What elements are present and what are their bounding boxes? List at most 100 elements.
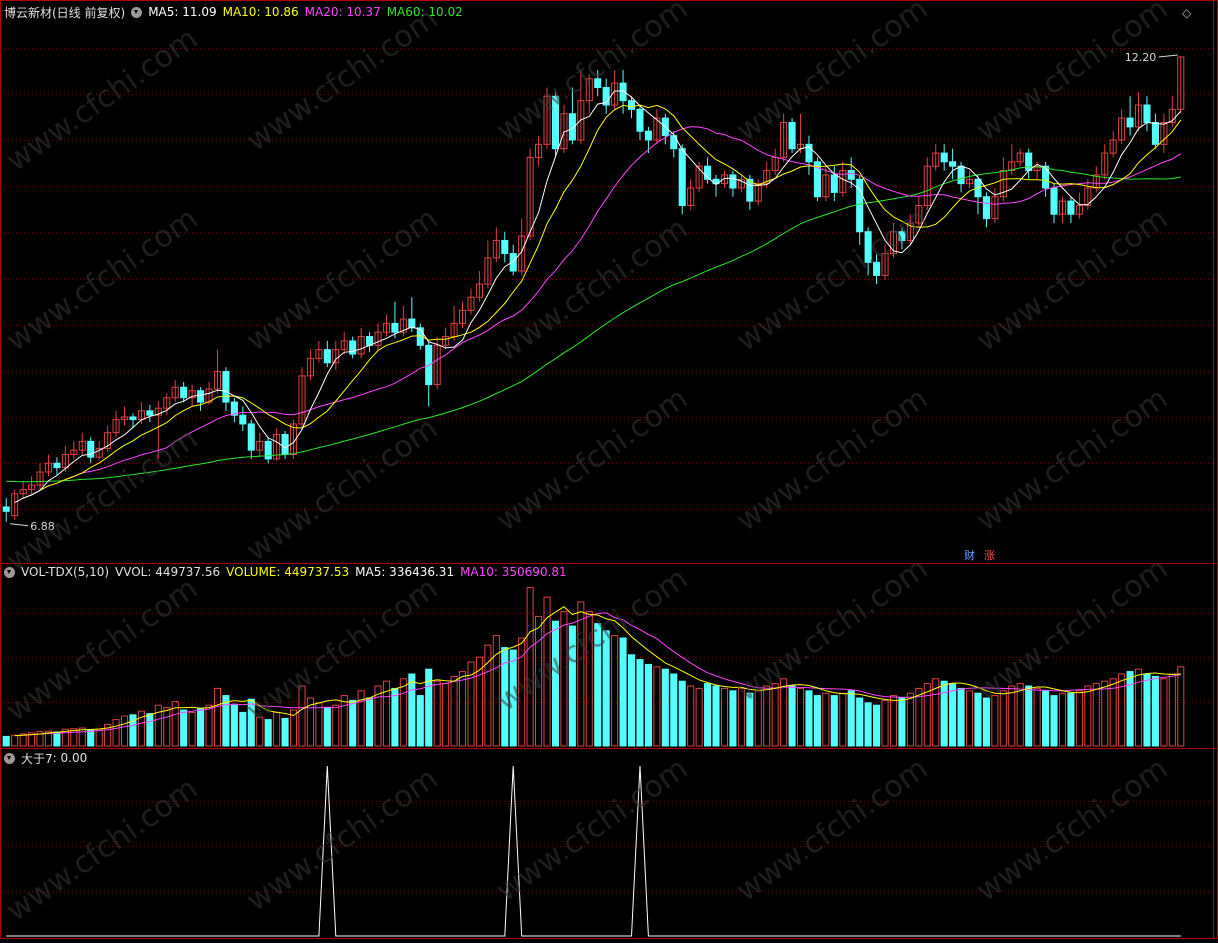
volume-bar-up [78, 727, 86, 747]
ma5-label: MA5: 11.09 [148, 5, 217, 19]
candle-down [1042, 165, 1050, 189]
candle-down [1025, 152, 1033, 172]
volume-bar-up [906, 692, 914, 747]
candle-down [197, 390, 205, 403]
volume-bar-down [729, 690, 737, 747]
volume-bar-down [712, 685, 720, 747]
volume-bar-down [644, 663, 652, 747]
volume-bar-up [1101, 680, 1109, 747]
volume-bar-up [796, 687, 805, 747]
volume-bar-up [205, 704, 213, 747]
high-price-label: 12.20 [1125, 51, 1157, 64]
volume-bar-up [458, 671, 467, 747]
volume-bar-down [670, 673, 678, 747]
expand-diamond-icon[interactable]: ◇ [1182, 6, 1191, 20]
candle-down [1067, 200, 1075, 215]
indicator-menu-icon[interactable] [4, 752, 15, 764]
volume-bar-up [120, 715, 129, 747]
candle-down [856, 178, 864, 233]
volume-bar-down [873, 704, 881, 747]
stock-chart-stage: 12.20 6.88 www.cfchi.com www.cfchi.com www.… [0, 0, 1218, 939]
volume-bar-down [323, 707, 331, 747]
volume-bar-down [940, 680, 948, 747]
volume-bar-up [1033, 687, 1041, 747]
volume-bar-down [856, 697, 864, 747]
limit-up-badge[interactable]: 涨 [982, 549, 997, 563]
volume-bar-up [213, 687, 222, 747]
volume-bar-down [949, 683, 957, 747]
vol-ma10-label: MA10: 350690.81 [460, 565, 567, 579]
volume-bar-down [847, 690, 855, 747]
ma10-label: MA10: 10.86 [222, 5, 299, 19]
indicator-header: 大于7 : 0.00 [4, 750, 87, 766]
finance-badge[interactable]: 财 [962, 549, 977, 563]
volume-bar-down [661, 668, 669, 747]
volume-bar-down [391, 687, 399, 747]
vvol-label: VVOL: 449737.56 [115, 565, 221, 579]
candle-down [678, 148, 686, 206]
volume-bar-down [180, 709, 188, 747]
volume-bar-down [864, 702, 872, 747]
settings-dropdown-icon[interactable] [131, 6, 143, 18]
volume-bar-down [957, 687, 965, 747]
volume-bar-up [965, 690, 974, 747]
volume-bar-down [239, 711, 247, 747]
volume-menu-icon[interactable] [4, 566, 15, 578]
volume-bar-up [315, 702, 323, 747]
volume-bar-up [1177, 666, 1185, 747]
ma20-label: MA20: 10.37 [304, 5, 381, 19]
volume-bar-down [230, 704, 238, 747]
candle-down [788, 121, 796, 150]
volume-bar-up [653, 666, 661, 747]
volume-bar-up [1075, 690, 1083, 747]
candle-down [636, 108, 644, 132]
volume-bar-up [839, 692, 847, 747]
volume-bar-down [898, 697, 906, 747]
candle-down [146, 410, 154, 416]
candle-down [830, 174, 838, 193]
candle-down [957, 165, 965, 185]
candle-down [982, 196, 990, 220]
volume-bar-up [780, 678, 788, 747]
high-pointer [1158, 54, 1178, 58]
candle-down [619, 82, 627, 102]
volume-bar-up [433, 680, 441, 747]
candle-down [1126, 117, 1134, 128]
volume-label: VOLUME: 449737.53 [226, 565, 350, 579]
candle-down [129, 416, 137, 421]
volume-bar-down [1143, 673, 1151, 747]
volume-bar-down [146, 713, 154, 747]
volume-bar-up [1008, 685, 1016, 747]
candle-down [391, 322, 399, 333]
volume-header: VOL-TDX(5,10) VVOL: 449737.56 VOLUME: 44… [4, 564, 567, 580]
volume-bar-down [636, 659, 644, 747]
candle-down [222, 371, 230, 403]
volume-bar-up [611, 635, 619, 747]
volume-bar-down [627, 654, 636, 747]
volume-bar-up [332, 704, 340, 747]
candle-down [180, 386, 188, 399]
volume-bar-down [805, 690, 813, 747]
volume-bar-up [1092, 683, 1100, 747]
volume-bar-down [1151, 675, 1159, 747]
volume-bar-down [1025, 685, 1033, 747]
low-pointer [10, 523, 29, 527]
volume-bar-up [1118, 673, 1126, 747]
volume-bar-down [974, 692, 982, 747]
indicator-name[interactable]: 大于7 [21, 750, 53, 767]
price-header: 博云新材(日线 前复权) MA5: 11.09 MA10: 10.86 MA20… [4, 4, 463, 20]
candle-down [644, 130, 652, 141]
volume-bar-up [695, 687, 703, 747]
volume-bar-down [1067, 692, 1075, 747]
volume-indicator-name[interactable]: VOL-TDX(5,10) [21, 565, 109, 579]
volume-bar-up [399, 678, 407, 747]
volume-bar-down [197, 708, 205, 747]
volume-bar-up [450, 675, 458, 747]
ma60-label: MA60: 10.02 [386, 5, 463, 19]
volume-bar-up [340, 695, 348, 747]
volume-bar-up [1109, 678, 1117, 747]
vol-ma5-label: MA5: 336436.31 [355, 565, 455, 579]
volume-bar-up [95, 728, 103, 747]
stock-title[interactable]: 博云新材(日线 前复权) [4, 4, 125, 21]
candle-down [1050, 187, 1058, 215]
